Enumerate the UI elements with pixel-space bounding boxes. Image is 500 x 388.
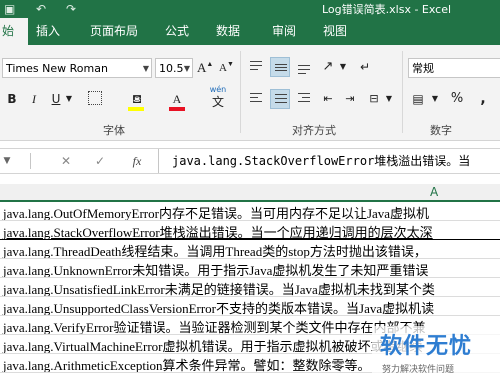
fill-color-button[interactable]: ⛾ [126, 89, 148, 111]
cell[interactable]: java.lang.VirtualMachineError虚拟机错误。用于指示虚… [3, 336, 423, 353]
shrink-font-button[interactable]: A▼ [219, 58, 234, 79]
borders-button[interactable] [84, 89, 106, 109]
align-middle-button[interactable] [270, 57, 290, 77]
save-icon[interactable]: ▣ [4, 0, 15, 18]
borders-icon [88, 91, 102, 105]
increase-indent-button[interactable]: ⇥ [340, 89, 360, 109]
table-row-selected[interactable]: java.lang.StackOverflowError堆栈溢出错误。当一个应用… [0, 221, 500, 240]
cell[interactable]: java.lang.UnknownError未知错误。用于指示Java虚拟机发生… [3, 260, 428, 277]
font-size-value: 10.5 [159, 62, 184, 75]
group-divider [402, 51, 403, 133]
cancel-edit-button[interactable]: ✕ [58, 151, 74, 171]
ribbon: Times New Roman ▼ 10.5 ▼ A▲ A▼ B I U ▼ ⛾… [0, 45, 500, 141]
tab-home[interactable]: 始 [0, 18, 28, 45]
confirm-edit-button[interactable]: ✓ [92, 151, 108, 171]
divider [30, 153, 31, 169]
phonetic-char: 文 [211, 95, 224, 109]
italic-button[interactable]: I [26, 89, 42, 109]
ribbon-tabs: 始 插入 页面布局 公式 数据 审阅 视图 [0, 18, 500, 45]
wrap-text-button[interactable]: ↵ [355, 57, 375, 77]
merge-center-button[interactable]: ⊟ [364, 89, 384, 109]
fill-color-swatch [128, 107, 144, 111]
insert-function-button[interactable]: fx [128, 151, 146, 171]
number-format-value: 常规 [412, 62, 434, 75]
tab-insert[interactable]: 插入 [30, 18, 66, 45]
number-format-combo[interactable]: 常规 [408, 58, 500, 78]
table-row[interactable]: java.lang.ThreadDeath线程结束。当调用Thread类的sto… [0, 240, 500, 259]
currency-icon: ▤ [412, 92, 424, 106]
cell-selected[interactable]: java.lang.StackOverflowError堆栈溢出错误。当一个应用… [3, 222, 433, 239]
orientation-button[interactable]: ↗ [318, 57, 338, 77]
chevron-down-icon[interactable]: ▼ [384, 89, 394, 109]
font-group-label: 字体 [103, 124, 125, 137]
formula-input[interactable]: java.lang.StackOverflowError堆栈溢出错误。当 [172, 152, 470, 169]
group-divider [240, 51, 241, 133]
align-left-button[interactable] [246, 89, 266, 109]
cell[interactable]: java.lang.OutOfMemoryError内存不足错误。当可用内存不足… [3, 203, 429, 220]
name-box-dropdown[interactable]: ▼ [0, 151, 14, 171]
tab-view[interactable]: 视图 [317, 18, 353, 45]
table-row[interactable]: java.lang.OutOfMemoryError内存不足错误。当可用内存不足… [0, 202, 500, 221]
cell[interactable]: java.lang.VerifyError验证错误。当验证器检测到某个类文件中存… [3, 317, 425, 334]
percent-button[interactable]: % [448, 89, 466, 109]
watermark-logo: 软件无忧 努力解决软件问题 [372, 326, 500, 388]
grow-font-button[interactable]: A▲ [197, 58, 213, 80]
shrink-font-label: A [219, 62, 227, 74]
tab-formulas[interactable]: 公式 [159, 18, 195, 45]
watermark-subtitle: 努力解决软件问题 [382, 365, 455, 375]
align-right-button[interactable] [294, 89, 314, 109]
font-color-letter: A [172, 92, 182, 106]
cell[interactable]: java.lang.UnsupportedClassVersionError不支… [3, 298, 434, 315]
tab-data[interactable]: 数据 [210, 18, 246, 45]
alignment-group-label: 对齐方式 [292, 124, 336, 137]
comma-button[interactable]: , [474, 89, 492, 109]
table-row[interactable]: java.lang.UnsupportedClassVersionError不支… [0, 297, 500, 316]
tab-review[interactable]: 审阅 [266, 18, 302, 45]
chevron-down-icon[interactable]: ▼ [430, 89, 440, 109]
divider [158, 149, 159, 173]
align-center-button[interactable] [270, 89, 290, 109]
chevron-down-icon[interactable]: ▼ [64, 89, 74, 109]
phonetic-label: wén [209, 85, 227, 94]
paint-bucket-icon: ⛾ [132, 92, 142, 106]
column-a-header[interactable]: A [430, 185, 438, 199]
chevron-down-icon[interactable]: ▼ [184, 59, 190, 77]
font-name-combo[interactable]: Times New Roman ▼ [2, 58, 152, 78]
align-bottom-button[interactable] [294, 57, 314, 77]
bold-button[interactable]: B [4, 89, 20, 109]
chevron-down-icon[interactable]: ▼ [338, 57, 348, 77]
font-color-swatch [169, 107, 185, 111]
accounting-format-button[interactable]: ▤ [408, 89, 428, 109]
cell[interactable]: java.lang.ThreadDeath线程结束。当调用Thread类的sto… [3, 241, 427, 258]
font-color-button[interactable]: A [168, 89, 186, 111]
cell[interactable]: java.lang.ArithmeticException算术条件异常。譬如：整… [3, 355, 371, 372]
cell[interactable]: java.lang.UnsatisfiedLinkError未满足的链接错误。当… [3, 279, 435, 296]
number-group-label: 数字 [430, 124, 452, 137]
tab-page-layout[interactable]: 页面布局 [84, 18, 144, 45]
watermark-title: 软件无忧 [380, 334, 473, 359]
table-row[interactable]: java.lang.UnsatisfiedLinkError未满足的链接错误。当… [0, 278, 500, 297]
column-header: A [0, 184, 500, 202]
undo-icon[interactable]: ↶ [36, 0, 46, 18]
font-size-combo[interactable]: 10.5 ▼ [155, 58, 193, 78]
formula-bar: ▼ ✕ ✓ fx java.lang.StackOverflowError堆栈溢… [0, 148, 500, 174]
phonetic-button[interactable]: wén 文 [208, 85, 228, 109]
align-top-button[interactable] [246, 57, 266, 77]
underline-button[interactable]: U [48, 89, 64, 109]
redo-icon[interactable]: ↷ [66, 0, 76, 18]
grow-font-label: A [197, 60, 207, 75]
title-bar: ▣ ↶ ↷ Log错误简表.xlsx - Excel [0, 0, 500, 18]
table-row[interactable]: java.lang.UnknownError未知错误。用于指示Java虚拟机发生… [0, 259, 500, 278]
decrease-indent-button[interactable]: ⇤ [318, 89, 338, 109]
chevron-down-icon[interactable]: ▼ [143, 59, 149, 77]
window-title: Log错误简表.xlsx - Excel [322, 3, 452, 16]
font-name-value: Times New Roman [6, 62, 108, 75]
